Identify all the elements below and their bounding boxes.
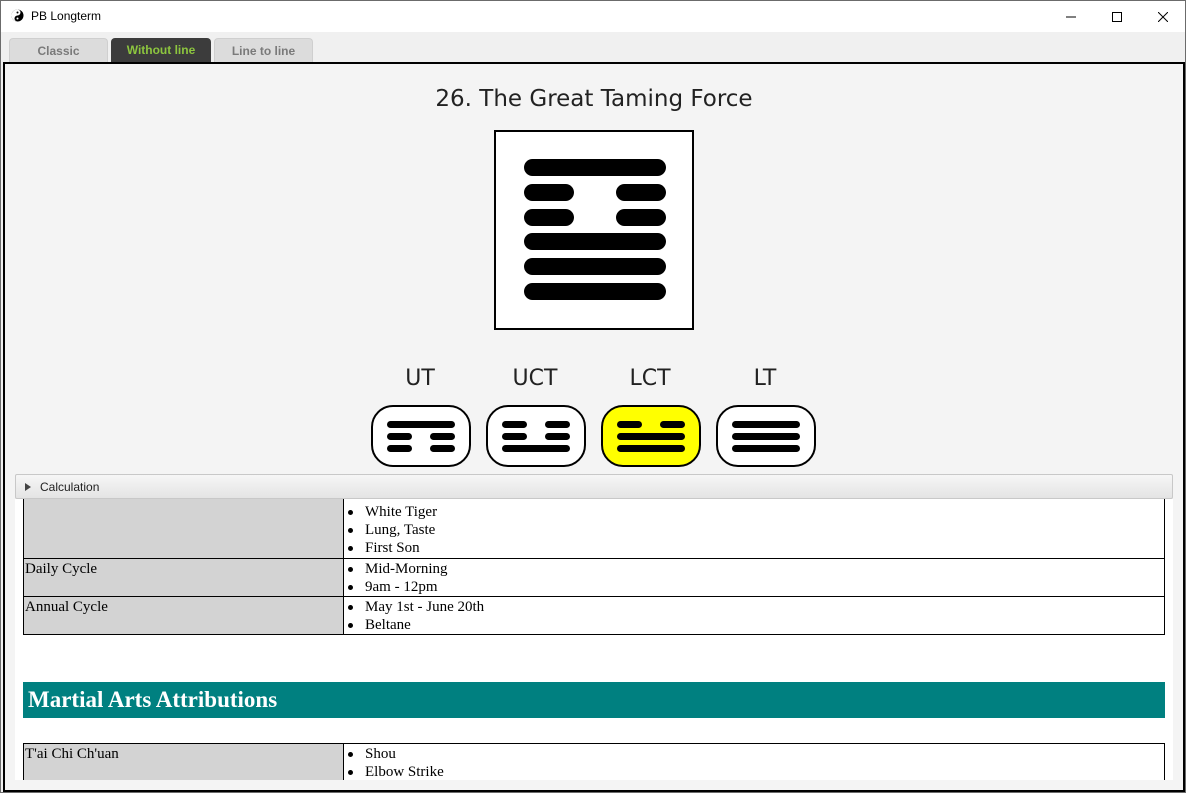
maximize-icon: [1112, 11, 1122, 22]
trigram-line-broken-left: [502, 421, 527, 428]
hexagram-title: 26. The Great Taming Force: [435, 86, 753, 112]
hexagram-line-solid: [524, 258, 666, 275]
list-item: Lung, Taste: [344, 521, 1164, 539]
trigram-line-broken-left: [387, 445, 412, 452]
hexagram-line-broken-right: [616, 209, 666, 226]
row-values: White Tiger Lung, Taste First Son: [344, 499, 1164, 558]
list-item: Elbow Strike: [344, 763, 1164, 780]
table-row: White Tiger Lung, Taste First Son: [23, 499, 1165, 559]
row-values: Mid-Morning 9am - 12pm: [344, 559, 1164, 596]
section-heading: Martial Arts Attributions: [23, 682, 1165, 718]
trigram-line-broken-right: [660, 421, 685, 428]
row-label: T'ai Chi Ch'uan: [24, 744, 344, 780]
yin-yang-icon: [11, 9, 24, 22]
trigram-line-solid: [387, 421, 455, 428]
table-row: Daily Cycle Mid-Morning 9am - 12pm: [23, 558, 1165, 597]
trigram-button-uct[interactable]: [486, 405, 586, 467]
list-item: 9am - 12pm: [344, 578, 1164, 596]
close-button[interactable]: [1140, 1, 1186, 32]
close-icon: [1158, 11, 1168, 22]
maximize-button[interactable]: [1094, 1, 1140, 32]
list-item: Beltane: [344, 616, 1164, 634]
trigram-line-solid: [732, 421, 800, 428]
trigram-line-solid: [502, 445, 570, 452]
hexagram-line-broken-left: [524, 209, 574, 226]
trigram-button-lt[interactable]: [716, 405, 816, 467]
row-label: Daily Cycle: [24, 559, 344, 596]
trigram-label-ut: UT: [405, 366, 435, 391]
table-row: T'ai Chi Ch'uan Shou Elbow Strike: [23, 743, 1165, 780]
row-values: May 1st - June 20th Beltane: [344, 597, 1164, 634]
trigram-line-broken-left: [502, 433, 527, 440]
row-label: Annual Cycle: [24, 597, 344, 634]
hexagram-line-solid: [524, 233, 666, 250]
window-title: PB Longterm: [31, 9, 102, 23]
calculation-label: Calculation: [40, 479, 100, 494]
list-item: Shou: [344, 745, 1164, 763]
app-window: PB Longterm Classic Without line Line to…: [0, 0, 1186, 793]
expand-arrow-icon: [25, 482, 31, 491]
trigram-line-broken-left: [387, 433, 412, 440]
trigram-label-uct: UCT: [512, 366, 558, 391]
attributions-view[interactable]: White Tiger Lung, Taste First Son Daily …: [15, 499, 1173, 780]
trigram-line-broken-right: [430, 433, 455, 440]
hexagram-figure: [494, 130, 694, 330]
trigram-label-lct: LCT: [629, 366, 671, 391]
list-item: Mid-Morning: [344, 560, 1164, 578]
content-panel: 26. The Great Taming Force UT UCT LCT LT: [3, 62, 1185, 792]
trigram-line-broken-right: [545, 421, 570, 428]
trigram-line-broken-left: [617, 421, 642, 428]
calculation-expander[interactable]: Calculation: [15, 474, 1173, 499]
tab-classic[interactable]: Classic: [9, 38, 108, 62]
trigram-line-solid: [732, 433, 800, 440]
list-item: White Tiger: [344, 503, 1164, 521]
list-item: First Son: [344, 539, 1164, 557]
row-values: Shou Elbow Strike: [344, 744, 1164, 780]
tab-bar: Classic Without line Line to line: [1, 32, 1185, 62]
trigram-line-broken-right: [430, 445, 455, 452]
trigram-button-lct[interactable]: [601, 405, 701, 467]
trigram-line-broken-right: [545, 433, 570, 440]
trigram-label-lt: LT: [753, 366, 777, 391]
hexagram-line-broken-left: [524, 184, 574, 201]
trigram-button-ut[interactable]: [371, 405, 471, 467]
trigram-line-solid: [732, 445, 800, 452]
title-bar: PB Longterm: [1, 1, 1185, 32]
list-item: May 1st - June 20th: [344, 598, 1164, 616]
minimize-icon: [1066, 16, 1076, 17]
hexagram-line-solid: [524, 159, 666, 176]
trigram-line-solid: [617, 445, 685, 452]
minimize-button[interactable]: [1048, 1, 1094, 32]
tab-without-line[interactable]: Without line: [111, 38, 211, 62]
tab-line-to-line[interactable]: Line to line: [214, 38, 313, 62]
trigram-line-solid: [617, 433, 685, 440]
row-label: [24, 499, 344, 558]
table-row: Annual Cycle May 1st - June 20th Beltane: [23, 596, 1165, 635]
hexagram-line-solid: [524, 283, 666, 300]
hexagram-line-broken-right: [616, 184, 666, 201]
